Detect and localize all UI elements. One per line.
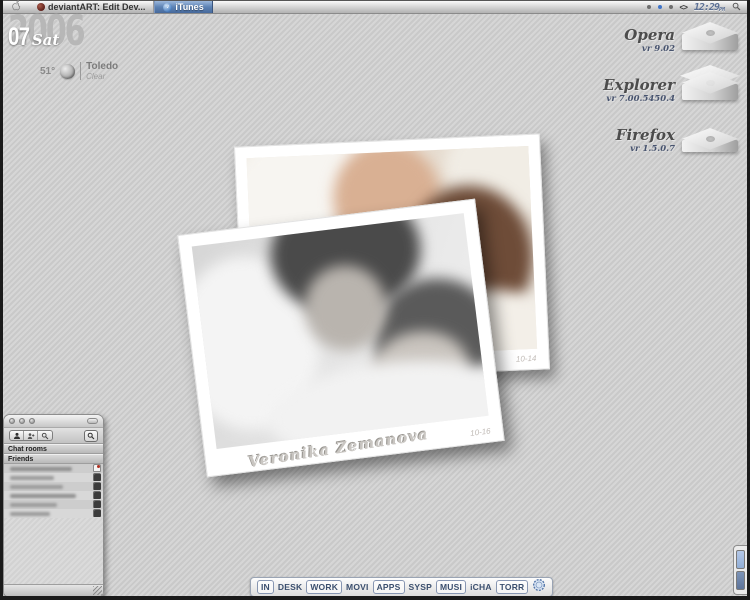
resize-grip[interactable]: [93, 586, 102, 595]
contact-status-icon: [93, 509, 101, 517]
photo-corner-mark: 10-16: [470, 427, 491, 438]
launcher-name: Opera: [624, 28, 675, 44]
workspace-dot-3[interactable]: [669, 5, 673, 9]
tab-label: iTunes: [175, 2, 203, 12]
workspace-dot-1[interactable]: [647, 5, 651, 9]
dock-item-musi[interactable]: MUSI: [436, 580, 466, 594]
contact-row[interactable]: [4, 464, 103, 473]
weekday-label: Sat: [32, 31, 59, 49]
white-box-flat-icon: [677, 120, 743, 162]
contact-status-icon: [93, 473, 101, 481]
workspace-dot-2-active[interactable]: [658, 5, 662, 9]
minimize-button[interactable]: [19, 418, 25, 424]
menubar-right-cluster: <> 12:29PM: [647, 1, 747, 13]
contact-status-icon: [93, 464, 101, 472]
contact-row[interactable]: [4, 473, 103, 482]
polaroid-photo-front: Veronika Zemanova 10-16: [177, 199, 504, 478]
moon-weather-icon: [60, 64, 75, 79]
contact-row[interactable]: [4, 509, 103, 518]
contact-row[interactable]: [4, 500, 103, 509]
collapse-widget[interactable]: [87, 418, 98, 424]
temperature: 51°: [40, 66, 55, 77]
dock-item-work[interactable]: WORK: [306, 580, 342, 594]
dock-item-movi[interactable]: MOVI: [344, 581, 371, 593]
launcher-firefox[interactable]: Firefox vr 1.5.0.7: [603, 120, 743, 162]
dock-item-apps[interactable]: APPS: [373, 580, 405, 594]
screen-frame: deviantART: Edit Dev... ♪ iTunes <> 12:2…: [0, 0, 750, 600]
code-brackets-icon[interactable]: <>: [680, 3, 687, 12]
contact-name-redacted: [10, 494, 76, 498]
dock-item-in[interactable]: IN: [257, 580, 274, 594]
weather-city: Toledo: [86, 61, 118, 72]
white-box-icon: [677, 20, 743, 62]
photo-grayscale-portrait: [192, 213, 489, 449]
app-launchers: Opera vr 9.02 Explorer vr 7.00.5450.4: [603, 20, 743, 162]
window-statusbar: [4, 584, 103, 596]
weather-condition: Clear: [86, 72, 118, 81]
weather-widget: 51° Toledo Clear: [40, 61, 118, 81]
launcher-explorer[interactable]: Explorer vr 7.00.5450.4: [603, 70, 743, 112]
white-box-open-icon: [677, 70, 743, 112]
buddy-toolbar: [4, 428, 103, 444]
desktop: deviantART: Edit Dev... ♪ iTunes <> 12:2…: [3, 0, 747, 596]
zoom-button[interactable]: [29, 418, 35, 424]
itunes-icon: ♪: [163, 3, 172, 12]
buddy-list-empty-area: [4, 518, 103, 584]
add-contact-button[interactable]: [24, 431, 38, 440]
contact-row[interactable]: [4, 482, 103, 491]
launcher-version: vr 7.00.5450.4: [603, 94, 675, 104]
date-widget: 2006 07 Sat 51° Toledo Clear: [8, 13, 168, 49]
contact-name-redacted: [10, 485, 63, 489]
search-button[interactable]: [84, 430, 98, 442]
dock-item-torr[interactable]: TORR: [496, 580, 529, 594]
contact-status-icon: [93, 500, 101, 508]
contact-name-redacted: [10, 476, 54, 480]
contact-name-redacted: [10, 512, 50, 516]
tab-itunes-window[interactable]: ♪ iTunes: [154, 1, 212, 13]
launcher-name: Explorer: [603, 78, 675, 94]
group-chat-rooms[interactable]: Chat rooms: [4, 444, 103, 454]
contact-name-redacted: [10, 467, 72, 471]
dock-item-sysp[interactable]: SYSP: [407, 581, 434, 593]
launcher-version: vr 9.02: [624, 44, 675, 54]
launcher-version: vr 1.5.0.7: [616, 144, 675, 154]
edge-slot-bottom[interactable]: [736, 571, 745, 590]
dock-item-icha[interactable]: iCHA: [468, 581, 494, 593]
day-number: 07: [8, 23, 29, 52]
contact-name-redacted: [10, 503, 57, 507]
buddy-list-window: Chat rooms Friends: [3, 414, 104, 596]
launcher-opera[interactable]: Opera vr 9.02: [603, 20, 743, 62]
menu-bar: deviantART: Edit Dev... ♪ iTunes <> 12:2…: [3, 0, 747, 14]
search-icon[interactable]: [732, 2, 741, 13]
edge-panel-widget[interactable]: [733, 545, 747, 595]
clock-meridiem: PM: [719, 7, 725, 13]
launcher-name: Firefox: [616, 128, 675, 144]
contact-list: [4, 464, 103, 518]
edge-slot-top[interactable]: [736, 550, 745, 569]
group-friends[interactable]: Friends: [4, 454, 103, 464]
contacts-view-button[interactable]: [10, 431, 24, 440]
rosette-seal-icon[interactable]: [532, 578, 546, 597]
dock-item-desk[interactable]: DESK: [276, 581, 304, 593]
menubar-clock: 12:29PM: [694, 2, 725, 13]
divider: [80, 62, 81, 80]
window-titlebar[interactable]: [4, 415, 103, 428]
contact-row[interactable]: [4, 491, 103, 500]
photo-corner-mark: 10-14: [516, 354, 537, 364]
contact-status-icon: [93, 491, 101, 499]
search-contacts-button[interactable]: [38, 431, 52, 440]
shortcut-dock: IN DESK WORK MOVI APPS SYSP MUSI iCHA TO…: [250, 577, 553, 596]
view-segmented-control: [9, 430, 53, 441]
close-button[interactable]: [9, 418, 15, 424]
contact-status-icon: [93, 482, 101, 490]
